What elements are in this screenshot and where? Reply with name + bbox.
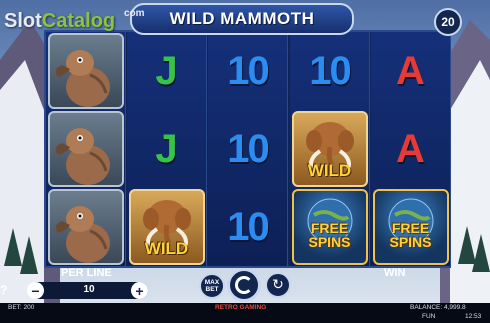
- reel-cell: [46, 188, 125, 266]
- minus-icon: −: [31, 282, 40, 299]
- clock: 12:53: [465, 313, 482, 320]
- balance: BALANCE: 4,999.8: [410, 304, 466, 311]
- dodo-bird-icon: [47, 111, 124, 187]
- reel-column: 10 10 10: [208, 32, 288, 266]
- reel-column: 10 WILD FREE SPINS: [290, 32, 370, 266]
- symbol-a: A: [396, 126, 425, 171]
- reel-cell: WILD: [290, 110, 369, 188]
- help-button[interactable]: ?: [0, 283, 10, 297]
- reel-column: J J WILD: [127, 32, 207, 266]
- wild-label: WILD: [307, 161, 352, 180]
- reel-area: J J WILD 10 10 10 10 WILD FREE SPINS A A FREE SPINS: [44, 30, 451, 268]
- provider-logo: RETRO GAMING: [215, 304, 267, 311]
- reel-cell: [46, 32, 125, 110]
- wild-label: WILD: [144, 239, 189, 258]
- autoplay-button[interactable]: ↻: [265, 272, 291, 298]
- status-bar: BET: 200 RETRO GAMING BALANCE: 4,999.8 F…: [0, 303, 490, 323]
- reel-cell: WILD: [127, 188, 206, 266]
- free-spins-label-line1: FREE: [310, 220, 349, 236]
- spin-button[interactable]: [227, 268, 261, 302]
- symbol-10: 10: [227, 204, 269, 249]
- reel-column: [46, 32, 126, 266]
- spin-icon: [235, 276, 253, 294]
- reel-cell: 10: [290, 32, 369, 110]
- symbol-10: 10: [309, 48, 351, 93]
- free-spins-label-line2: SPINS: [308, 234, 351, 250]
- reel-cell: 10: [208, 32, 287, 110]
- free-spins-label: FREE SPINS: [375, 221, 447, 249]
- reel-cell: [46, 110, 125, 188]
- wild-mammoth-symbol: WILD: [291, 111, 368, 187]
- reel-cell: A: [371, 110, 450, 188]
- autoplay-icon: ↻: [272, 277, 284, 293]
- free-spins-label: FREE SPINS: [294, 221, 366, 249]
- max-bet-label-line1: MAX: [204, 279, 220, 286]
- reel-cell: 10: [208, 188, 287, 266]
- reel-cell: 10: [208, 110, 287, 188]
- game-title-banner: WILD MAMMOTH: [130, 3, 354, 35]
- watermark-brand-part1: Slot: [4, 10, 42, 32]
- symbol-10: 10: [227, 48, 269, 93]
- free-spins-symbol: FREE SPINS: [372, 189, 449, 265]
- symbol-a: A: [396, 48, 425, 93]
- mode-label: FUN: [422, 313, 436, 320]
- dodo-bird-icon: [47, 189, 124, 265]
- plus-icon: +: [135, 282, 144, 299]
- max-bet-button[interactable]: MAX BET: [199, 273, 225, 299]
- paylines-badge: 20: [434, 8, 462, 36]
- free-spins-label-line2: SPINS: [389, 234, 432, 250]
- symbol-j: J: [155, 126, 178, 171]
- watermark-logo: SlotCatalog: [4, 10, 115, 33]
- pine-tree: [20, 236, 38, 274]
- symbol-j: J: [155, 48, 178, 93]
- watermark-brand-part2: Catalog: [41, 10, 116, 32]
- per-line-label: PER LINE: [61, 267, 112, 279]
- symbol-10: 10: [227, 126, 269, 171]
- free-spins-symbol: FREE SPINS: [291, 189, 368, 265]
- reel-cell: FREE SPINS: [290, 188, 369, 266]
- bet-per-line-value: 10: [83, 284, 95, 295]
- max-bet-label-line2: BET: [205, 286, 219, 293]
- reel-column: A A FREE SPINS: [371, 32, 451, 266]
- pine-tree: [472, 234, 490, 272]
- decrease-bet-button[interactable]: −: [27, 282, 44, 299]
- total-bet: BET: 200: [8, 304, 35, 311]
- watermark-suffix: com: [124, 8, 145, 19]
- win-label: WIN: [384, 267, 406, 279]
- dodo-bird-icon: [47, 33, 124, 109]
- reel-cell: FREE SPINS: [371, 188, 450, 266]
- increase-bet-button[interactable]: +: [131, 282, 148, 299]
- reel-cell: A: [371, 32, 450, 110]
- game-title: WILD MAMMOTH: [169, 9, 315, 28]
- wild-mammoth-symbol: WILD: [128, 189, 205, 265]
- reel-cell: J: [127, 32, 206, 110]
- reel-cell: J: [127, 110, 206, 188]
- free-spins-label-line1: FREE: [391, 220, 430, 236]
